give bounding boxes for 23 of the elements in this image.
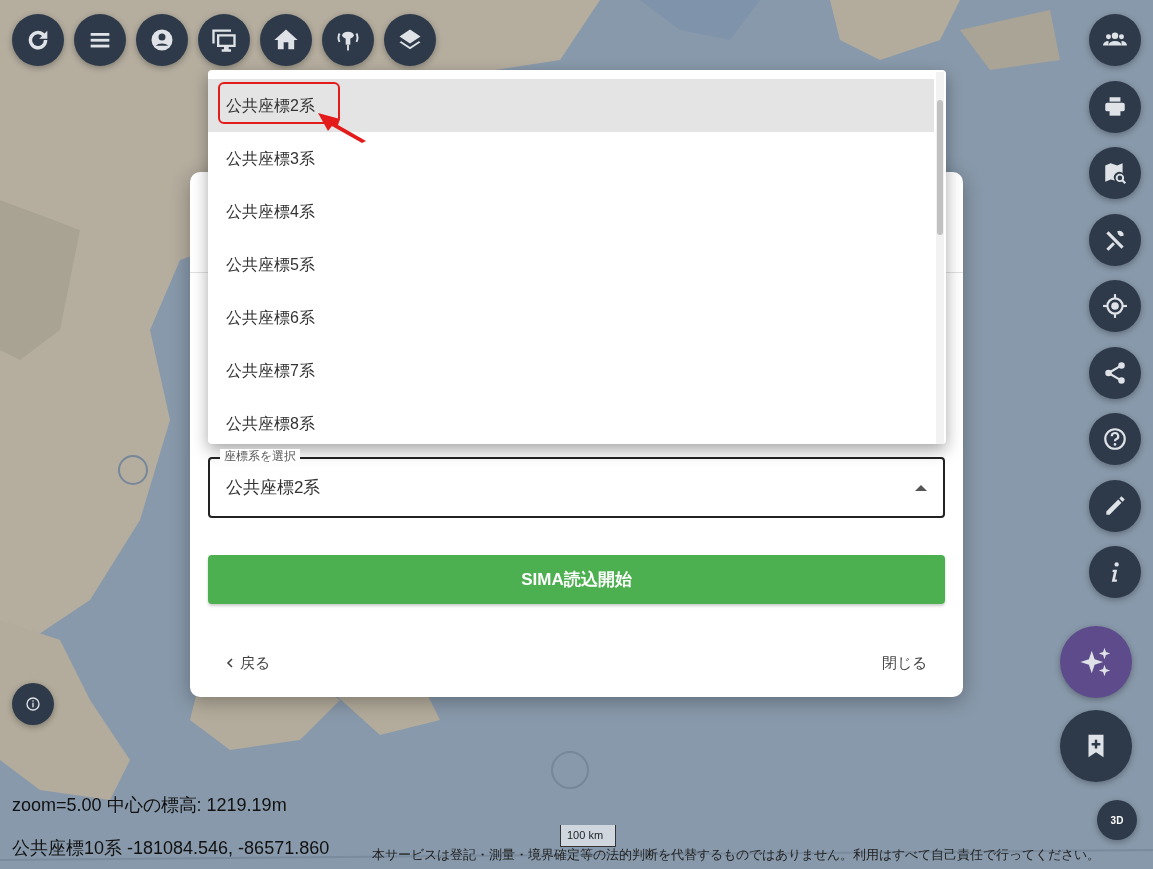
dropdown-option[interactable]: 公共座標4系 bbox=[208, 185, 934, 238]
share-icon bbox=[1102, 359, 1128, 386]
target-icon bbox=[1102, 293, 1128, 319]
select-value: 公共座標2系 bbox=[226, 476, 321, 499]
status-text: zoom=5.00 中心の標高: 1219.19m bbox=[12, 794, 287, 817]
close-link[interactable]: 閉じる bbox=[876, 648, 933, 679]
info-icon bbox=[25, 696, 41, 712]
chevron-left-icon bbox=[226, 658, 234, 669]
disclaimer-text: 本サービスは登記・測量・境界確定等の法的判断を代替するものではありません。利用はすべて自己責任で行ってください。 bbox=[372, 847, 1100, 864]
coordinates-text: 公共座標10系 -181084.546, -86571.860 bbox=[12, 837, 330, 860]
sparkle-icon bbox=[1079, 645, 1113, 679]
dropdown-option[interactable]: 公共座標7系 bbox=[208, 344, 934, 397]
scale-bar: 100 km bbox=[560, 825, 616, 847]
dropdown-option[interactable]: 公共座標2系 bbox=[208, 79, 934, 132]
dropdown-option[interactable]: 公共座標5系 bbox=[208, 238, 934, 291]
map-search-icon bbox=[1102, 160, 1128, 186]
field-label: 座標系を選択 bbox=[220, 449, 300, 464]
dropdown-option[interactable]: 公共座標8系 bbox=[208, 397, 934, 444]
dropdown-option[interactable]: 公共座標3系 bbox=[208, 132, 934, 185]
dropdown-option[interactable]: 公共座標6系 bbox=[208, 291, 934, 344]
help-icon bbox=[1102, 426, 1128, 452]
caret-icon bbox=[915, 483, 927, 492]
back-link[interactable]: 戻る bbox=[220, 648, 276, 679]
